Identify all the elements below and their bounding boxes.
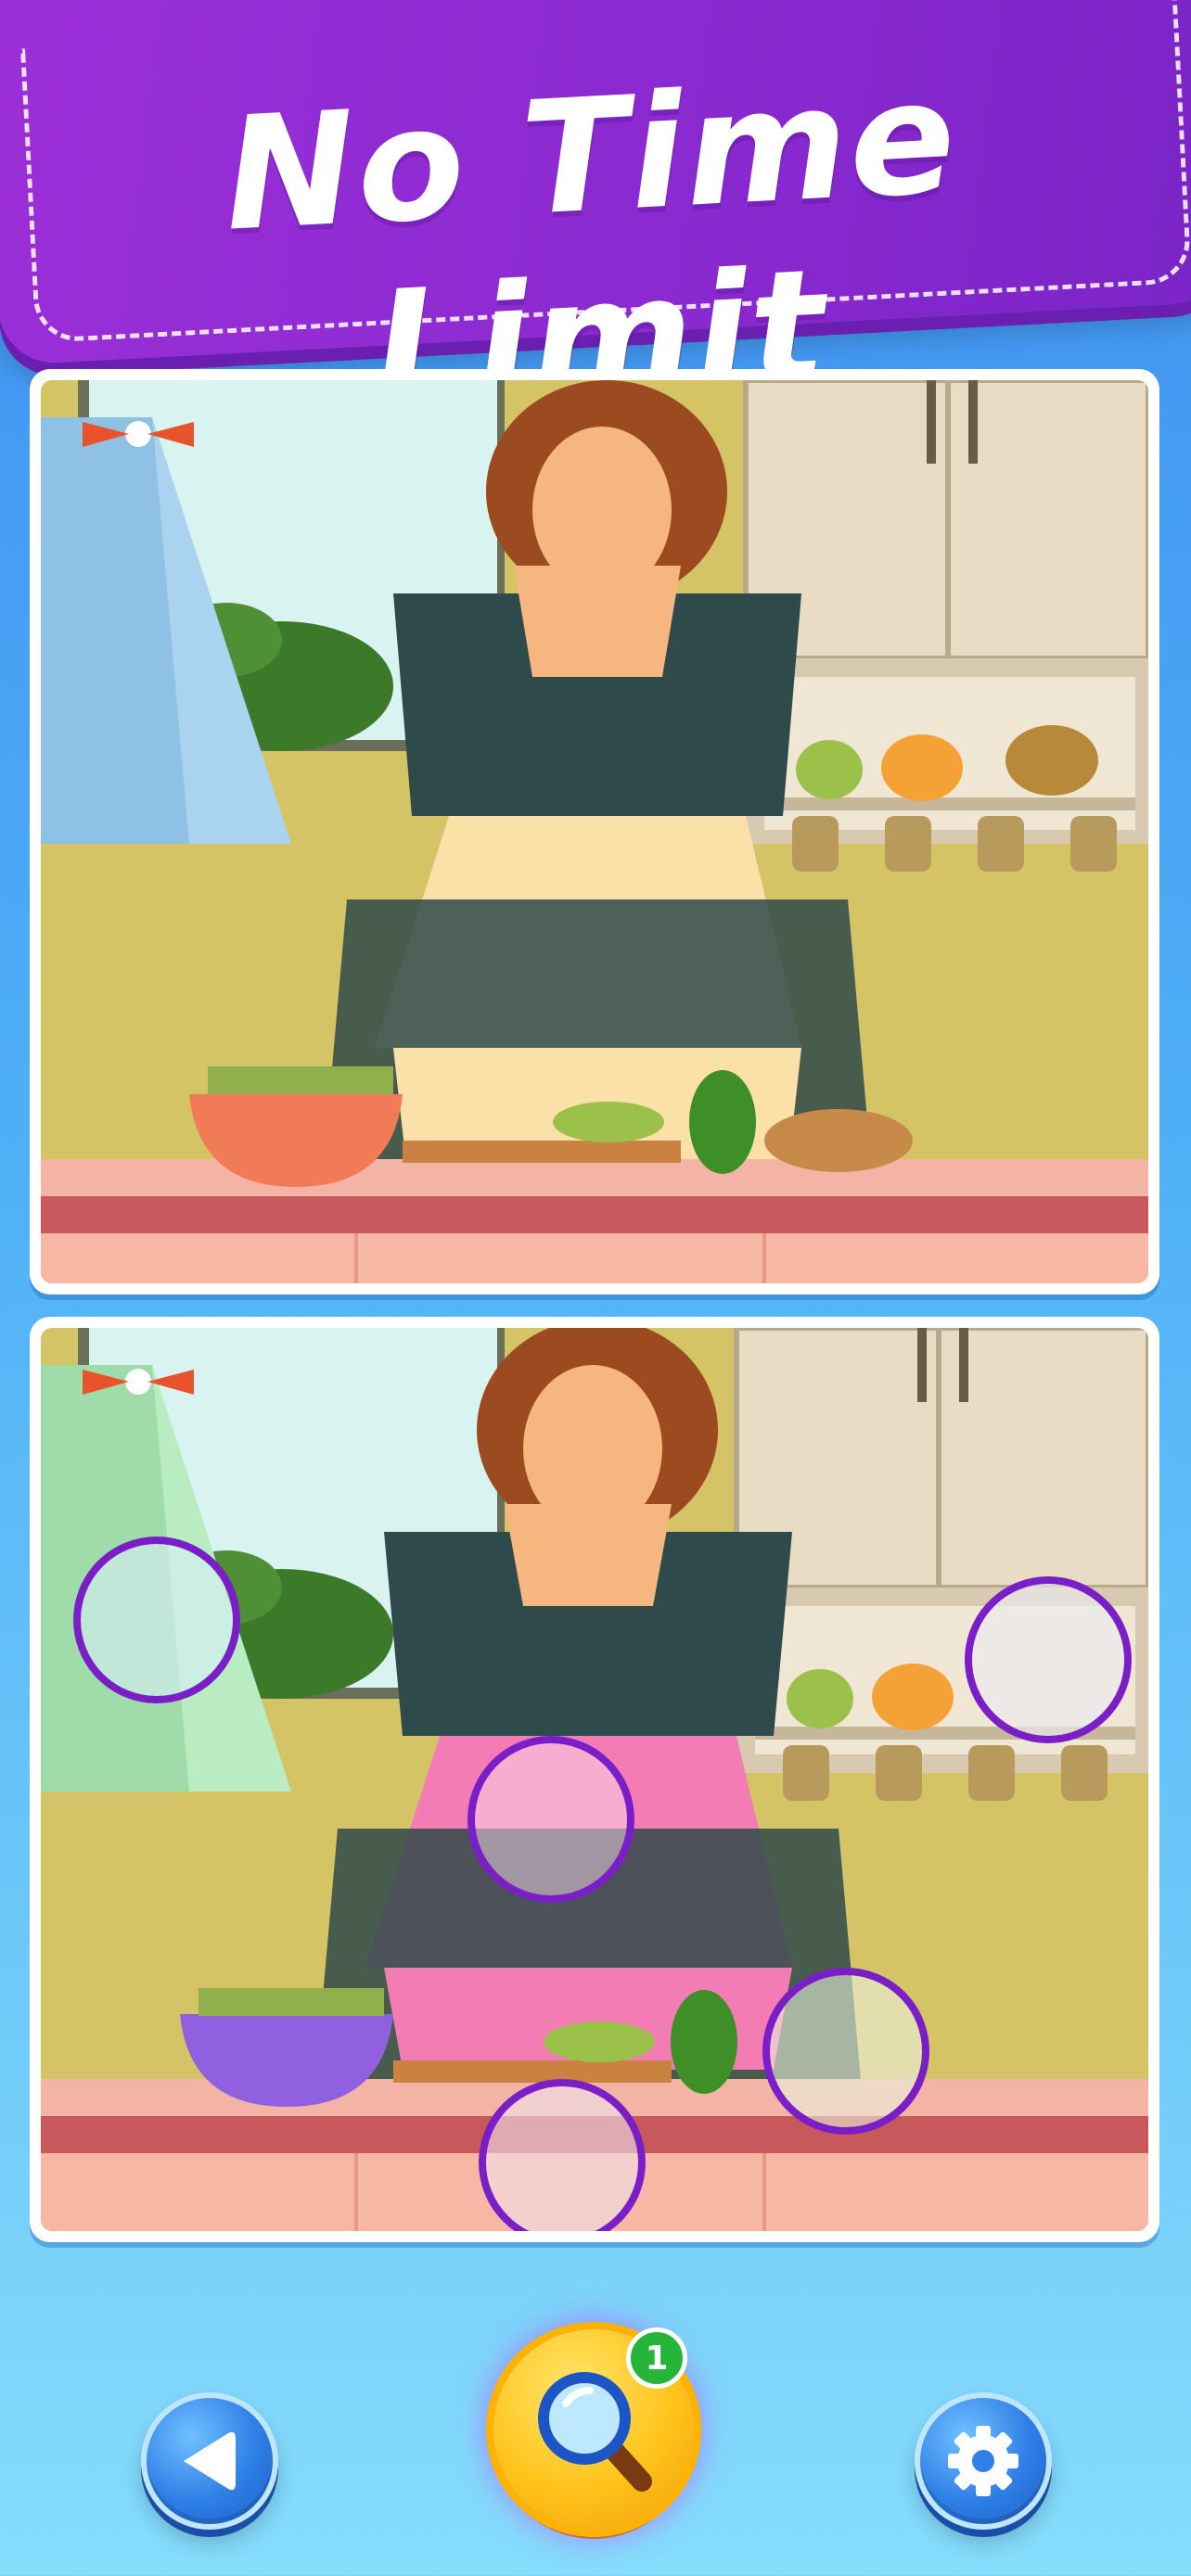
original-picture-panel[interactable] <box>30 369 1159 1294</box>
found-difference-marker <box>479 2079 646 2231</box>
found-difference-marker <box>467 1736 634 1903</box>
original-kitchen-scene[interactable] <box>41 380 1148 1283</box>
modified-kitchen-scene[interactable] <box>41 1328 1148 2231</box>
found-difference-marker <box>73 1537 240 1703</box>
back-button[interactable] <box>141 2392 278 2530</box>
settings-button[interactable] <box>915 2392 1052 2530</box>
modified-picture-panel[interactable] <box>30 1317 1159 2242</box>
gear-icon <box>948 2426 1018 2496</box>
hint-count-badge: 1 <box>626 2327 687 2389</box>
bottom-toolbar: 1 <box>0 2272 1191 2576</box>
back-arrow-icon <box>184 2431 236 2491</box>
found-difference-marker <box>965 1576 1132 1743</box>
found-difference-marker <box>762 1968 929 2135</box>
